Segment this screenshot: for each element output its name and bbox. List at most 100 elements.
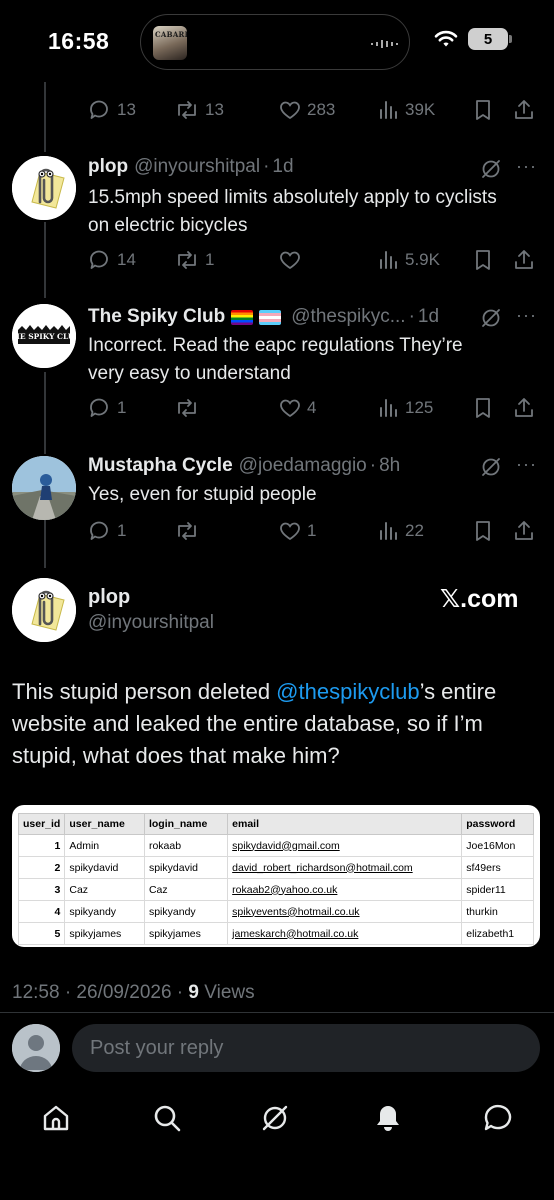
search-icon — [154, 1105, 181, 1132]
grok-icon[interactable] — [480, 307, 502, 329]
grok-icon[interactable] — [480, 158, 502, 180]
table-cell: spikydavid — [143, 856, 229, 879]
table-cell: Joe16Mon — [461, 834, 534, 857]
grok-icon — [262, 1105, 288, 1131]
tweet-actions: 14 1 5.9K — [88, 246, 538, 274]
like-button[interactable]: 283 — [278, 96, 335, 124]
thread-line — [44, 82, 46, 152]
views-button[interactable]: 22 — [378, 517, 424, 545]
display-name[interactable]: plop — [88, 586, 130, 609]
attached-image-database-table[interactable]: user_id user_name login_name email passw… — [12, 805, 540, 947]
status-time: 16:58 — [48, 28, 110, 54]
mention-link[interactable]: @thespikyclub — [276, 679, 419, 704]
table-row: 5 spikyjames spikyjames jameskarch@hotma… — [17, 922, 534, 945]
repost-icon — [178, 522, 196, 540]
like-button[interactable]: 1 — [278, 517, 316, 545]
bookmark-icon — [476, 100, 490, 120]
share-button[interactable] — [512, 394, 536, 422]
repost-icon — [178, 251, 196, 269]
avatar[interactable] — [12, 156, 76, 220]
repost-button[interactable] — [174, 394, 205, 422]
bookmark-icon — [476, 521, 490, 541]
current-user-avatar[interactable] — [12, 1024, 60, 1072]
separator-dot: · — [408, 306, 415, 327]
column-header: user_id — [17, 813, 66, 835]
repost-button[interactable] — [174, 517, 205, 545]
bookmark-button[interactable] — [472, 517, 494, 545]
more-options-icon[interactable]: ··· — [516, 156, 537, 177]
tweet-time: 8h — [379, 455, 401, 476]
views-count: 125 — [405, 398, 434, 417]
like-button[interactable]: 4 — [278, 394, 316, 422]
table-cell: 4 — [17, 900, 66, 923]
tweet-text: 15.5mph speed limits absolutely apply to… — [88, 187, 497, 236]
bookmark-button[interactable] — [472, 394, 494, 422]
spiky-club-avatar: THE SPIKY CLUB — [12, 304, 76, 368]
share-button[interactable] — [512, 246, 536, 274]
tweet-header: plop @inyourshitpal · 1d — [88, 156, 294, 178]
tweet-actions: 1 4 125 — [88, 394, 538, 422]
home-icon — [43, 1105, 69, 1131]
user-handle[interactable]: @thespikyc... — [291, 306, 405, 328]
reply-icon — [90, 398, 108, 417]
tweet-header: Mustapha Cycle @joedamaggio · 8h — [88, 455, 400, 477]
rainbow-flag-icon — [231, 309, 254, 325]
cyclist-photo-avatar — [12, 456, 76, 520]
status-indicators: 5 — [434, 28, 512, 50]
like-button[interactable] — [278, 246, 307, 274]
tweet-time: 1d — [417, 306, 440, 327]
repost-button[interactable]: 1 — [174, 246, 214, 274]
reply-button[interactable]: 1 — [88, 517, 126, 545]
views-button[interactable]: 125 — [378, 394, 433, 422]
nav-messages[interactable] — [480, 1100, 516, 1136]
share-button[interactable] — [512, 96, 536, 124]
reply-button[interactable]: 14 — [88, 246, 136, 274]
bookmark-button[interactable] — [472, 96, 494, 124]
repost-button[interactable]: 13 — [174, 96, 224, 124]
nav-search[interactable] — [149, 1100, 185, 1136]
share-button[interactable] — [512, 517, 536, 545]
like-count: 1 — [307, 521, 317, 540]
table-cell: 5 — [17, 922, 66, 945]
user-handle[interactable]: @inyourshitpal — [134, 156, 260, 178]
nav-notifications[interactable] — [370, 1100, 406, 1136]
user-handle[interactable]: @joedamaggio — [239, 455, 367, 477]
bookmark-button[interactable] — [472, 246, 494, 274]
reply-button[interactable]: 1 — [88, 394, 126, 422]
views-icon — [380, 522, 397, 540]
now-playing-album-art[interactable]: CABARET — [153, 26, 187, 60]
table-cell: Admin — [64, 834, 145, 857]
more-options-icon[interactable]: ··· — [516, 305, 537, 326]
views-icon — [380, 251, 397, 269]
views-count: 5.9K — [405, 250, 440, 269]
tweet-timestamp: 12:58 · 26/09/2026 · — [12, 982, 189, 1003]
heart-icon — [280, 399, 300, 418]
tweet-header: The Spiky Club @thespikyc... · 1d — [88, 306, 439, 328]
nav-home[interactable] — [38, 1100, 74, 1136]
views-icon — [380, 101, 397, 119]
avatar[interactable]: THE SPIKY CLUB — [12, 304, 76, 368]
display-name[interactable]: The Spiky Club — [88, 306, 225, 328]
battery-indicator: 5 — [468, 28, 512, 50]
dynamic-island[interactable]: CABARET — [140, 14, 410, 70]
paperclip-avatar-icon — [12, 156, 76, 220]
column-header: email — [227, 813, 463, 835]
notifications-icon — [377, 1106, 399, 1131]
more-options-icon[interactable]: ··· — [516, 454, 537, 475]
grok-icon[interactable] — [480, 456, 502, 478]
table-cell: jameskarch@hotmail.co.uk — [227, 922, 463, 945]
avatar[interactable] — [12, 578, 76, 642]
views-button[interactable]: 5.9K — [378, 246, 440, 274]
nav-grok[interactable] — [257, 1100, 293, 1136]
display-name[interactable]: plop — [88, 156, 128, 178]
messages-icon — [484, 1104, 512, 1131]
display-name[interactable]: Mustapha Cycle — [88, 455, 233, 477]
views-count: 39K — [405, 100, 436, 119]
user-handle[interactable]: @inyourshitpal — [88, 612, 214, 634]
views-button[interactable]: 39K — [378, 96, 435, 124]
reply-icon — [90, 100, 108, 119]
avatar[interactable] — [12, 456, 76, 520]
main-tweet-text: This stupid person deleted @thespikyclub… — [12, 676, 542, 772]
reply-button[interactable]: 13 — [88, 96, 136, 124]
reply-input[interactable] — [72, 1024, 540, 1072]
